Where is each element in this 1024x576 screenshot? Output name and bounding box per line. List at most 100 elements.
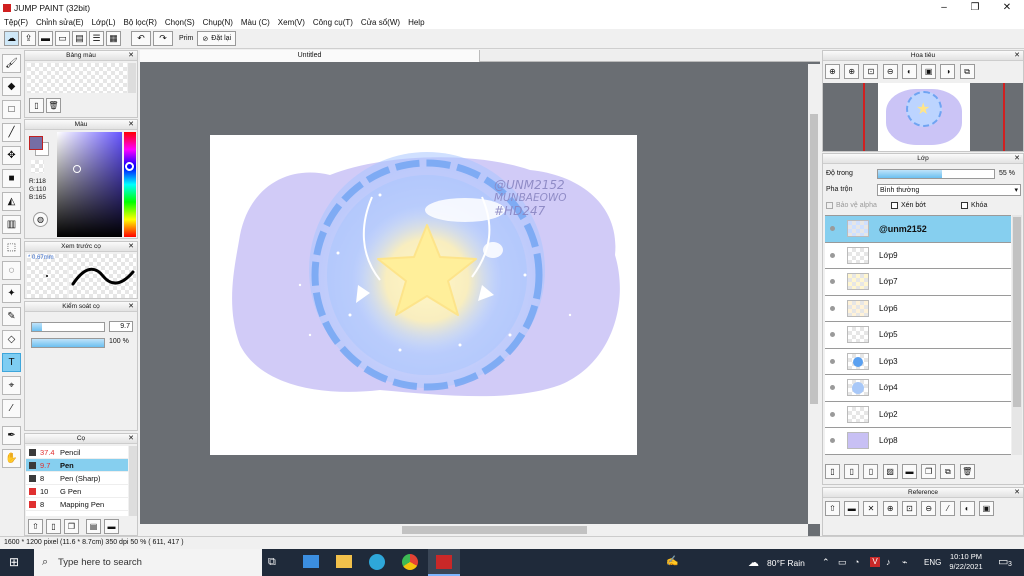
list-item[interactable]: 37.4 Pencil: [26, 446, 128, 459]
eraser-tool-icon[interactable]: ◆: [2, 77, 21, 96]
export-icon[interactable]: ⇪: [21, 31, 36, 46]
close-icon[interactable]: ✕: [1014, 488, 1020, 498]
bucket-tool-icon[interactable]: ◭: [2, 192, 21, 211]
v-app-icon[interactable]: V: [870, 557, 880, 567]
canvas-vertical-scrollbar[interactable]: [808, 64, 820, 524]
canvas[interactable]: @UNM2152 MUNBAEOWO #HD247: [210, 135, 637, 455]
sv-cursor[interactable]: [73, 165, 81, 173]
menu-color[interactable]: Màu (C): [241, 18, 270, 27]
blend-select[interactable]: Bình thường ▾: [877, 184, 1021, 196]
list-item[interactable]: 10 G Pen: [26, 485, 128, 498]
edge-icon[interactable]: [369, 554, 385, 570]
rotate-icon[interactable]: ◐: [959, 501, 975, 516]
brush-tool-icon[interactable]: 🖌: [2, 54, 21, 73]
layer-row[interactable]: Lớp7: [825, 269, 1011, 296]
layer-row[interactable]: Lớp6: [825, 295, 1011, 322]
primary-color-swatch[interactable]: [29, 136, 43, 150]
hand-icon[interactable]: ✋: [2, 449, 21, 468]
menu-layer[interactable]: Lớp(L): [92, 18, 116, 27]
line-tool-icon[interactable]: ╱: [2, 123, 21, 142]
zoom-out-icon[interactable]: ⊖: [882, 64, 898, 79]
pen-input-icon[interactable]: ✍: [666, 556, 678, 567]
halftone-layer-icon[interactable]: ▨: [882, 464, 898, 479]
close-icon[interactable]: ✕: [128, 120, 134, 130]
fill-rect-tool-icon[interactable]: ■: [2, 169, 21, 188]
menu-view[interactable]: Xem(V): [278, 18, 305, 27]
fit-icon[interactable]: ⊡: [863, 64, 879, 79]
zoom-out-icon[interactable]: ⊖: [921, 501, 937, 516]
layer-scrollbar[interactable]: [1012, 215, 1022, 455]
eyedropper-icon[interactable]: ⁄: [2, 399, 21, 418]
layer-row[interactable]: Lớp9: [825, 242, 1011, 269]
layer-row[interactable]: Lớp5: [825, 322, 1011, 349]
copy-brush-icon[interactable]: ❐: [64, 519, 79, 534]
visibility-icon[interactable]: [830, 332, 835, 338]
zoom-in-icon[interactable]: ⊕: [825, 64, 840, 79]
protect-alpha-checkbox[interactable]: Bảo vệ alpha: [826, 202, 877, 209]
new-brush-icon[interactable]: ▯: [46, 519, 61, 534]
minimize-icon[interactable]: –: [929, 0, 959, 16]
list-item[interactable]: 8 Pen (Sharp): [26, 472, 128, 485]
delete-swatch-icon[interactable]: 🗑: [46, 98, 61, 113]
visibility-icon[interactable]: [830, 279, 835, 285]
flip-icon[interactable]: ⧉: [959, 64, 975, 79]
visibility-icon[interactable]: [830, 385, 835, 391]
swatch-scrollbar[interactable]: [128, 63, 136, 93]
tab-untitled[interactable]: Untitled: [140, 50, 480, 62]
lock-checkbox[interactable]: Khóa: [961, 202, 987, 209]
navigator-preview[interactable]: ★: [823, 83, 1023, 151]
taskbar-search[interactable]: ⌕ Type here to search: [34, 549, 262, 576]
new-layer-icon[interactable]: ▯: [825, 464, 840, 479]
close-icon[interactable]: ✕: [128, 434, 134, 444]
menu-help[interactable]: Help: [408, 18, 424, 27]
wifi-icon[interactable]: ◔: [854, 557, 859, 567]
select-eraser-icon[interactable]: ◇: [2, 330, 21, 349]
close-icon[interactable]: ✕: [1014, 154, 1020, 164]
layer-row[interactable]: Lớp4: [825, 375, 1011, 402]
brush-size-input[interactable]: 9.7: [109, 321, 133, 332]
opacity-slider[interactable]: [877, 169, 995, 179]
close-icon[interactable]: ✕: [992, 0, 1022, 16]
pen-icon[interactable]: ✒: [2, 426, 21, 445]
select-pen-icon[interactable]: ✎: [2, 307, 21, 326]
new-swatch-icon[interactable]: ▯: [29, 98, 44, 113]
visibility-icon[interactable]: [830, 305, 835, 311]
list-icon[interactable]: ☰: [89, 31, 104, 46]
brush-size-slider[interactable]: [31, 322, 105, 332]
visibility-icon[interactable]: [830, 411, 835, 417]
close-icon[interactable]: ✕: [128, 302, 134, 312]
vscroll-thumb[interactable]: [810, 114, 818, 404]
shape-tool-icon[interactable]: □: [2, 100, 21, 119]
upload-icon[interactable]: ⇧: [28, 519, 43, 534]
file-explorer-icon[interactable]: [336, 555, 352, 568]
swatch-area[interactable]: [27, 63, 127, 93]
list-item[interactable]: 9.7 Pen: [26, 459, 128, 472]
cloud-icon[interactable]: ☁: [4, 31, 19, 46]
reset-view-icon[interactable]: ▣: [978, 501, 994, 516]
language-indicator[interactable]: ENG: [924, 558, 941, 567]
clock[interactable]: 10:10 PM 9/22/2021: [945, 552, 987, 572]
folder-icon[interactable]: ▬: [901, 464, 917, 479]
message-icon[interactable]: ▭: [55, 31, 70, 46]
visibility-icon[interactable]: [830, 438, 835, 444]
menu-capture[interactable]: Chụp(N): [203, 18, 233, 27]
rotate-right-icon[interactable]: ◑: [940, 64, 956, 79]
clip-checkbox[interactable]: Xén bớt: [891, 202, 926, 209]
jump-paint-taskbar-button[interactable]: [428, 549, 460, 576]
folder-icon[interactable]: ▬: [844, 501, 860, 516]
rotate-icon[interactable]: ◐: [901, 64, 917, 79]
duplicate-layer-icon[interactable]: ❐: [921, 464, 937, 479]
grid-icon[interactable]: ▦: [106, 31, 121, 46]
new-layer-8bit-icon[interactable]: ▯: [844, 464, 860, 479]
menu-file[interactable]: Tệp(F): [4, 18, 28, 27]
menu-edit[interactable]: Chỉnh sửa(E): [36, 18, 84, 27]
undo-icon[interactable]: ↶: [131, 31, 151, 46]
transparent-swatch[interactable]: [31, 160, 44, 173]
hue-cursor[interactable]: [125, 162, 134, 171]
menu-tools[interactable]: Công cụ(T): [313, 18, 353, 27]
merge-layer-icon[interactable]: ⧉: [940, 464, 956, 479]
layer-row[interactable]: Lớp8: [825, 428, 1011, 455]
operation-tool-icon[interactable]: ⌖: [2, 376, 21, 395]
hue-slider[interactable]: [124, 132, 136, 237]
lasso-icon[interactable]: ◌: [2, 261, 21, 280]
